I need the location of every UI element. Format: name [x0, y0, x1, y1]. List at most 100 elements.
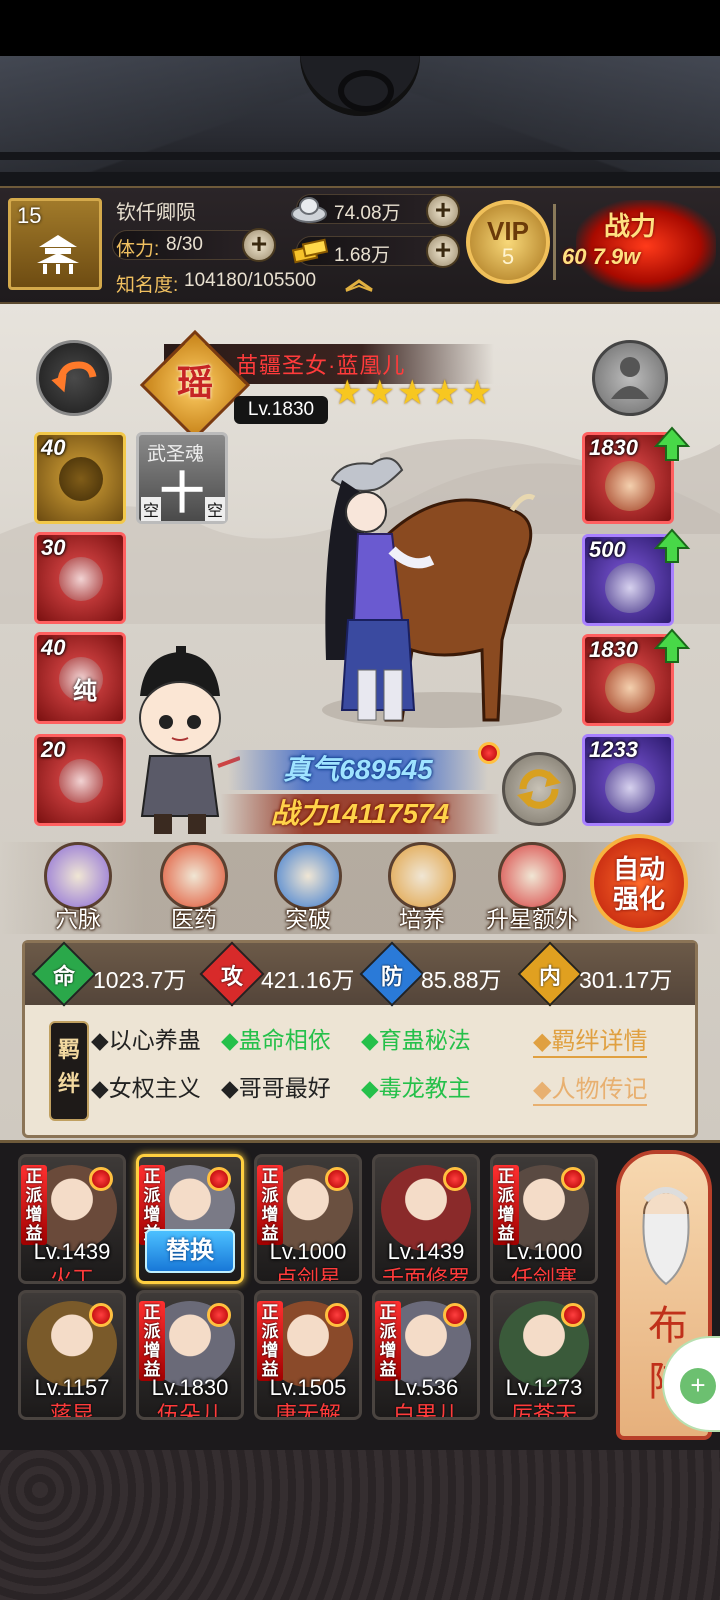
divider [553, 204, 556, 280]
status-bar [0, 0, 720, 56]
roster-card[interactable]: 正派增益 Lv.1830 伍朵儿 [136, 1290, 244, 1420]
auto-enhance-line1: 自动 [612, 854, 665, 884]
bond-item: ◆以心养蛊 [91, 1027, 201, 1053]
roster-card[interactable]: Lv.1157 蒋昆 [18, 1290, 126, 1420]
notification-dot [443, 1303, 467, 1327]
total-power-value: 60 7.9w [562, 244, 641, 269]
star-icon: ★ [364, 374, 395, 412]
vip-label: VIP [487, 216, 529, 246]
faction-buff-badge: 正派增益 [139, 1301, 165, 1381]
faction-buff-badge: 正派增益 [375, 1301, 401, 1381]
roster-card[interactable]: 正派增益替换 [136, 1154, 244, 1284]
faction-buff-badge: 正派增益 [21, 1165, 47, 1245]
notification-dot [325, 1167, 349, 1191]
upgrade-arrow-icon [653, 426, 691, 461]
total-power-display[interactable]: 战力 60 7.9w [560, 192, 720, 300]
swap-hero-button[interactable] [502, 752, 576, 826]
vip-badge[interactable]: VIP 5 [466, 200, 550, 284]
equipment-slot-left[interactable]: 40 [34, 432, 126, 524]
roster-card[interactable]: 正派增益 Lv.1505 唐无解 [254, 1290, 362, 1420]
faction-buff-badge: 正派增益 [257, 1301, 283, 1381]
notification-dot [325, 1303, 349, 1327]
back-button[interactable] [36, 340, 112, 416]
equipment-slot-left[interactable]: 30 [34, 532, 126, 624]
add-stamina-button[interactable]: + [242, 228, 276, 262]
silver-amount: 74.08万 [334, 203, 401, 224]
hero-portrait[interactable] [262, 420, 562, 740]
fame-label: 知名度: [116, 275, 179, 296]
roster-card[interactable]: 正派增益 Lv.1439 火工 [18, 1154, 126, 1284]
action-star-up[interactable]: 升星额外 [482, 842, 582, 942]
equipment-icon [605, 763, 655, 813]
soul-slot[interactable]: 武圣魂 十 空 空 [136, 432, 228, 524]
stamina-label: 体力: [116, 239, 160, 260]
fame-value: 104180/105500 [184, 270, 317, 291]
hero-stars: ★★★★★ [332, 376, 494, 410]
roster-card[interactable]: 正派增益 Lv.1000 任剑寒 [490, 1154, 598, 1284]
equipment-slot-left[interactable]: 40 纯 [34, 632, 126, 724]
silver-ingot-icon [291, 197, 327, 223]
faction-buff-badge: 正派增益 [493, 1165, 519, 1245]
soul-left: 空 [141, 497, 162, 521]
roster-card[interactable]: Lv.1439 千面修罗 [372, 1154, 480, 1284]
action-label: 培养 [399, 906, 445, 932]
notification-dot [89, 1303, 113, 1327]
bond-item: ◆蛊命相依 [221, 1027, 331, 1053]
add-gold-button[interactable]: + [426, 234, 460, 268]
equipment-icon [59, 557, 103, 601]
player-level-badge[interactable]: 15 [8, 198, 102, 290]
slot-glyph: 纯 [73, 678, 97, 705]
player-name: 钦仟卿陨 [116, 202, 196, 224]
faction-char: 瑶 [176, 362, 213, 403]
slot-level: 1233 [589, 737, 638, 762]
action-meridian[interactable]: 穴脉 [28, 842, 128, 942]
true-qi-value: 689545 [339, 754, 433, 785]
action-breakthrough[interactable]: 突破 [258, 842, 358, 942]
stat-value: 421.16万 [261, 967, 355, 993]
notification-dot [207, 1167, 231, 1191]
auto-enhance-button[interactable]: 自动 强化 [590, 834, 688, 932]
equipment-slot-left[interactable]: 20 [34, 734, 126, 826]
slot-level: 20 [41, 737, 66, 762]
star-icon: ★ [396, 374, 428, 412]
replace-button[interactable]: 替换 [145, 1229, 235, 1273]
roster-card[interactable]: 正派增益 Lv.1000 卢剑星 [254, 1154, 362, 1284]
action-label: 医药 [171, 906, 217, 932]
bond-tag-text: 羁绊 [58, 1037, 81, 1096]
equipment-slot-right[interactable]: 1233 [582, 734, 674, 826]
roof-decoration [0, 56, 720, 186]
roster-name: 卢剑星 [274, 1266, 341, 1284]
equipment-icon [605, 563, 655, 613]
slot-level: 40 [41, 635, 66, 660]
hero-profile-button[interactable] [592, 340, 668, 416]
action-cultivate[interactable]: 培养 [372, 842, 472, 942]
stamina-value: 8/30 [166, 234, 203, 255]
biography-link[interactable]: ◆人物传记 [533, 1069, 648, 1106]
faction-buff-badge: 正派增益 [257, 1165, 283, 1245]
slot-level: 30 [41, 535, 66, 560]
stat-name: 攻 [220, 964, 243, 989]
pagoda-icon [37, 235, 79, 274]
roster-card[interactable]: Lv.1273 厉苍天 [490, 1290, 598, 1420]
player-level: 15 [17, 203, 42, 228]
star-icon: ★ [332, 374, 363, 412]
star-icon: ★ [461, 374, 493, 412]
action-label: 穴脉 [55, 906, 101, 932]
gamepad-icon: + [680, 1368, 716, 1404]
roster-name: 白果儿 [392, 1402, 459, 1420]
bond-detail-link[interactable]: ◆羁绊详情 [533, 1021, 648, 1058]
stat-name: 命 [52, 964, 75, 989]
bond-item: ◆毒龙教主 [361, 1075, 471, 1101]
roster-name: 唐无解 [274, 1402, 341, 1420]
equipment-icon [59, 457, 103, 501]
notification-dot [561, 1167, 585, 1191]
bond-item: ◆育蛊秘法 [361, 1027, 471, 1053]
add-silver-button[interactable]: + [426, 194, 460, 228]
expand-chevron-icon[interactable] [344, 278, 374, 292]
action-label: 升星额外 [486, 906, 578, 932]
roster-card[interactable]: 正派增益 Lv.536 白果儿 [372, 1290, 480, 1420]
stat-name: 内 [538, 964, 561, 989]
roster-name: 蒋昆 [49, 1402, 94, 1420]
equipment-icon [605, 461, 655, 511]
action-medicine[interactable]: 医药 [144, 842, 244, 942]
